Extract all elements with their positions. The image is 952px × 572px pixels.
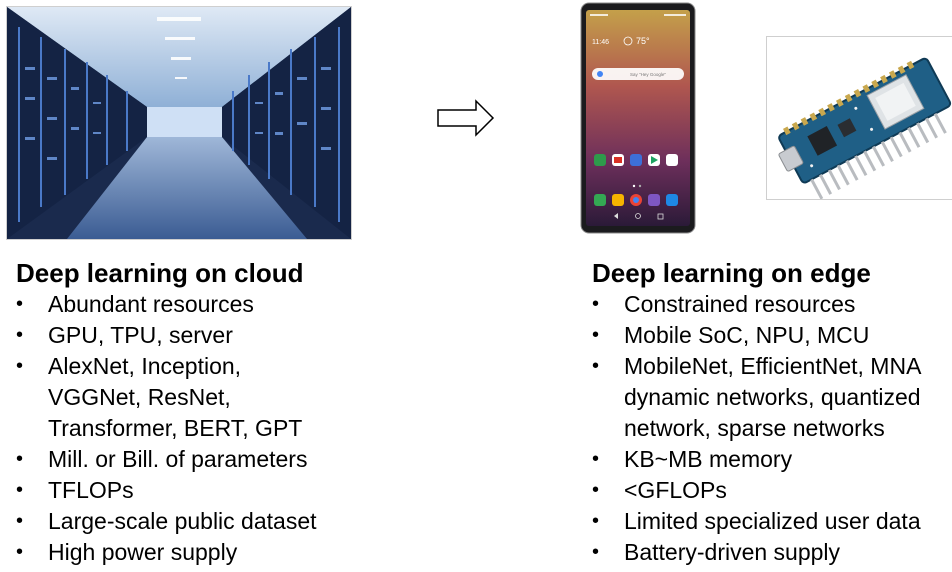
list-item: <GFLOPs bbox=[592, 475, 952, 506]
list-item: Battery-driven supply bbox=[592, 537, 952, 568]
list-item: AlexNet, Inception, VGGNet, ResNet, Tran… bbox=[16, 351, 356, 444]
microcontroller-board-photo bbox=[766, 36, 952, 200]
list-item: Constrained resources bbox=[592, 289, 952, 320]
edge-heading: Deep learning on edge bbox=[592, 258, 871, 288]
datacenter-photo bbox=[6, 6, 352, 240]
list-item: Abundant resources bbox=[16, 289, 356, 320]
list-item: Limited specialized user data bbox=[592, 506, 952, 537]
smartphone-photo: 11:46 75° Say "Hey Google" bbox=[580, 2, 696, 234]
edge-bullet-list: Constrained resources Mobile SoC, NPU, M… bbox=[592, 289, 952, 568]
list-item: Mill. or Bill. of parameters bbox=[16, 444, 356, 475]
svg-text:11:46: 11:46 bbox=[592, 39, 609, 46]
list-item: Large-scale public dataset bbox=[16, 506, 356, 537]
right-arrow-icon bbox=[436, 98, 496, 138]
cloud-section: Deep learning on cloud Abundant resource… bbox=[16, 258, 356, 568]
list-item: MobileNet, EfficientNet, MNA dynamic net… bbox=[592, 351, 952, 444]
server-racks-icon bbox=[7, 7, 351, 239]
cloud-heading: Deep learning on cloud bbox=[16, 258, 304, 288]
list-item: TFLOPs bbox=[16, 475, 356, 506]
list-item: KB~MB memory bbox=[592, 444, 952, 475]
list-item: Mobile SoC, NPU, MCU bbox=[592, 320, 952, 351]
svg-text:Say "Hey Google": Say "Hey Google" bbox=[630, 72, 666, 77]
list-item: High power supply bbox=[16, 537, 356, 568]
list-item: GPU, TPU, server bbox=[16, 320, 356, 351]
phone-temperature: 75° bbox=[636, 36, 650, 46]
cloud-bullet-list: Abundant resources GPU, TPU, server Alex… bbox=[16, 289, 356, 568]
edge-section: Deep learning on edge Constrained resour… bbox=[592, 258, 952, 568]
